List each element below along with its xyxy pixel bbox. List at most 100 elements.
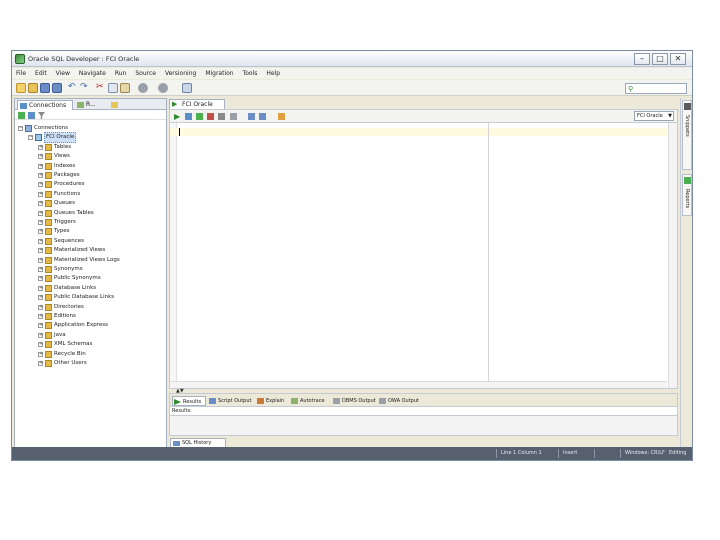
- clear-icon[interactable]: [278, 113, 285, 120]
- expand-icon[interactable]: +: [38, 267, 43, 272]
- expand-icon[interactable]: +: [38, 257, 43, 263]
- minimize-button[interactable]: –: [634, 53, 650, 65]
- tab-reports-side[interactable]: Reports: [682, 174, 692, 216]
- status-editing: Editing: [669, 450, 687, 456]
- folder-icon: [45, 294, 52, 302]
- tree-item-label: Database Links: [54, 284, 97, 291]
- results-grid[interactable]: [169, 416, 678, 436]
- menu-edit[interactable]: Edit: [35, 70, 47, 77]
- expand-icon[interactable]: +: [38, 342, 43, 348]
- reports-side-icon: [684, 177, 691, 184]
- folder-icon: [45, 275, 52, 283]
- menu-view[interactable]: View: [56, 70, 70, 77]
- refresh-icon[interactable]: [28, 112, 35, 119]
- expand-icon[interactable]: +: [38, 154, 43, 160]
- run-statement-icon[interactable]: ▶: [174, 113, 181, 121]
- maximize-button[interactable]: □: [652, 53, 668, 65]
- editor-vertical-scrollbar[interactable]: [668, 123, 677, 388]
- back-icon[interactable]: [138, 83, 148, 93]
- tab-snippets[interactable]: Snippets: [682, 100, 692, 170]
- filter-icon[interactable]: [38, 112, 45, 119]
- close-button[interactable]: ✕: [670, 53, 686, 65]
- save-all-icon[interactable]: [52, 83, 62, 93]
- tab-folder[interactable]: [109, 100, 121, 110]
- left-panel-tabs: Connections R...: [15, 99, 166, 110]
- menu-tools[interactable]: Tools: [243, 70, 258, 77]
- tab-script-output[interactable]: Script Output: [208, 396, 254, 406]
- expand-icon[interactable]: +: [38, 304, 43, 310]
- expand-icon[interactable]: +: [38, 276, 43, 282]
- tab-dbms-output[interactable]: DBMS Output: [332, 396, 376, 406]
- expand-icon[interactable]: +: [38, 238, 43, 244]
- cut-icon[interactable]: ✂: [96, 83, 106, 93]
- tab-owa-output[interactable]: OWA Output: [378, 396, 422, 406]
- tree-item-label: Views: [54, 153, 70, 160]
- expand-icon[interactable]: +: [38, 351, 43, 357]
- menu-file[interactable]: File: [16, 70, 26, 77]
- tab-reports[interactable]: R...: [75, 100, 105, 110]
- rollback-icon[interactable]: [207, 113, 214, 120]
- explain-plan-icon[interactable]: [248, 113, 255, 120]
- open-folder-icon[interactable]: [28, 83, 38, 93]
- paste-icon[interactable]: [120, 83, 130, 93]
- expand-icon[interactable]: +: [38, 332, 43, 338]
- expand-icon[interactable]: +: [38, 220, 43, 225]
- cancel-icon[interactable]: [218, 113, 225, 120]
- menu-navigate[interactable]: Navigate: [79, 70, 106, 77]
- autotrace-icon[interactable]: [259, 113, 266, 120]
- status-line-ending: Windows: CR/LF: [625, 450, 665, 456]
- expand-icon[interactable]: +: [38, 361, 43, 366]
- menu-versioning[interactable]: Versioning: [165, 70, 196, 77]
- tree-item-label: Queues Tables: [54, 209, 94, 216]
- expand-icon[interactable]: +: [38, 295, 43, 301]
- new-icon[interactable]: [16, 83, 26, 93]
- window-title: Oracle SQL Developer : FCI Oracle: [28, 55, 140, 63]
- folder-icon: [45, 162, 52, 170]
- expand-icon[interactable]: +: [38, 144, 43, 150]
- menu-bar: File Edit View Navigate Run Source Versi…: [12, 68, 692, 79]
- commit-icon[interactable]: [196, 113, 203, 120]
- add-connection-icon[interactable]: [18, 112, 25, 119]
- editor-horizontal-scrollbar[interactable]: [170, 381, 667, 388]
- connection-select[interactable]: FCI Oracle ▼: [634, 111, 674, 121]
- redo-icon[interactable]: ↷: [80, 83, 90, 93]
- save-icon[interactable]: [40, 83, 50, 93]
- sql-worksheet-icon[interactable]: [182, 83, 192, 93]
- expand-icon[interactable]: +: [38, 285, 43, 291]
- expand-icon[interactable]: +: [38, 323, 43, 329]
- tab-explain[interactable]: Explain: [256, 396, 288, 406]
- expand-icon[interactable]: +: [38, 229, 43, 235]
- main-toolbar: ↶ ↷ ✂ ⚲: [12, 80, 692, 96]
- expand-icon[interactable]: +: [38, 248, 43, 254]
- menu-help[interactable]: Help: [266, 70, 280, 77]
- expand-icon[interactable]: +: [38, 314, 43, 319]
- folder-icon: [111, 102, 118, 108]
- menu-migration[interactable]: Migration: [205, 70, 233, 77]
- search-input[interactable]: ⚲: [625, 83, 687, 94]
- tree-item-label: Procedures: [54, 181, 85, 188]
- tab-fci-oracle[interactable]: ▶ FCI Oracle: [169, 99, 225, 109]
- sql-editor[interactable]: [169, 122, 678, 389]
- collapse-icon[interactable]: −: [18, 126, 23, 131]
- tab-connections[interactable]: Connections: [17, 100, 73, 110]
- expand-icon[interactable]: +: [38, 210, 43, 216]
- expand-icon[interactable]: +: [38, 182, 43, 188]
- status-separator: [620, 449, 621, 458]
- menu-run[interactable]: Run: [115, 70, 127, 77]
- menu-source[interactable]: Source: [135, 70, 156, 77]
- tab-results[interactable]: Results: [172, 396, 206, 406]
- run-script-icon[interactable]: [185, 113, 192, 120]
- copy-icon[interactable]: [108, 83, 118, 93]
- dbms-output-icon: [333, 398, 340, 404]
- collapse-icon[interactable]: −: [28, 135, 33, 141]
- tab-autotrace[interactable]: Autotrace: [290, 396, 330, 406]
- expand-icon[interactable]: +: [38, 191, 43, 197]
- expand-icon[interactable]: +: [38, 173, 43, 178]
- expand-icon[interactable]: +: [38, 201, 43, 207]
- tab-script-output-label: Script Output: [218, 398, 252, 404]
- expand-icon[interactable]: +: [38, 163, 43, 169]
- undo-icon[interactable]: ↶: [68, 83, 78, 93]
- forward-icon[interactable]: [158, 83, 168, 93]
- sql-tuning-icon[interactable]: [230, 113, 237, 120]
- tree-item-label: Public Synonyms: [54, 275, 101, 282]
